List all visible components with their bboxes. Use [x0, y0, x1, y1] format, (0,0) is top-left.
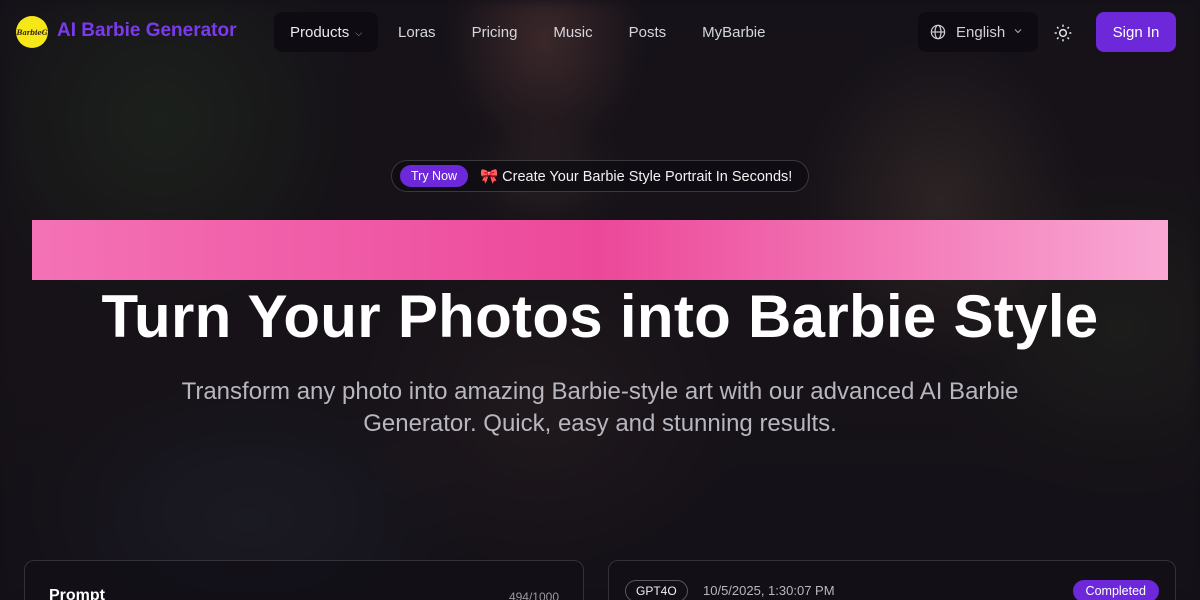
sun-icon	[1054, 24, 1072, 42]
brand-name[interactable]: AI Barbie Generator	[57, 20, 237, 42]
announcement-pill[interactable]: Try Now 🎀 Create Your Barbie Style Portra…	[391, 160, 809, 192]
sign-in-button[interactable]: Sign In	[1096, 12, 1176, 52]
nav-item-products[interactable]: Products ⌵	[274, 12, 379, 52]
nav-item-pricing[interactable]: Pricing	[456, 12, 534, 52]
chevron-down-icon: ⌵	[355, 27, 363, 38]
ribbon-icon: 🎀	[480, 168, 499, 185]
logo-text: BarbieG	[16, 27, 48, 37]
nav-item-music[interactable]: Music	[537, 12, 608, 52]
announcement-label: Create Your Barbie Style Portrait In Sec…	[502, 168, 793, 185]
result-panel: GPT4O 10/5/2025, 1:30:07 PM Completed	[608, 560, 1176, 600]
generation-timestamp: 10/5/2025, 1:30:07 PM	[703, 583, 835, 598]
nav-item-label: Products	[290, 23, 350, 41]
prompt-panel: Prompt 494/1000	[24, 560, 584, 600]
status-badge: Completed	[1072, 580, 1159, 600]
try-now-button[interactable]: Try Now	[400, 165, 469, 187]
hero-title: Turn Your Photos into Barbie Style	[101, 283, 1099, 350]
model-badge: GPT4O	[625, 580, 688, 600]
prompt-character-count: 494/1000	[508, 590, 559, 600]
language-label: English	[956, 23, 1006, 41]
nav-item-mybarbie[interactable]: MyBarbie	[686, 12, 781, 52]
nav-item-label: Loras	[398, 23, 436, 41]
announcement-text: 🎀 Create Your Barbie Style Portrait In Se…	[480, 168, 792, 185]
nav-item-label: Pricing	[471, 23, 518, 41]
nav-item-label: MyBarbie	[702, 23, 766, 41]
prompt-label: Prompt	[49, 587, 105, 600]
brand-logo[interactable]: BarbieG	[16, 16, 48, 48]
theme-toggle-button[interactable]	[1050, 20, 1076, 46]
main-menu: Products ⌵ Loras Pricing Music Posts MyB…	[274, 12, 785, 52]
top-navigation: BarbieG AI Barbie Generator Products ⌵ L…	[0, 0, 1200, 64]
nav-item-label: Music	[553, 23, 593, 41]
language-selector[interactable]: English	[918, 12, 1038, 52]
globe-icon	[930, 24, 946, 40]
pink-highlight-band	[32, 220, 1168, 280]
nav-item-label: Posts	[628, 23, 667, 41]
chevron-down-icon	[1014, 29, 1022, 34]
nav-item-loras[interactable]: Loras	[382, 12, 452, 52]
hero-subtitle: Transform any photo into amazing Barbie-…	[181, 378, 1019, 437]
nav-item-posts[interactable]: Posts	[613, 12, 683, 52]
